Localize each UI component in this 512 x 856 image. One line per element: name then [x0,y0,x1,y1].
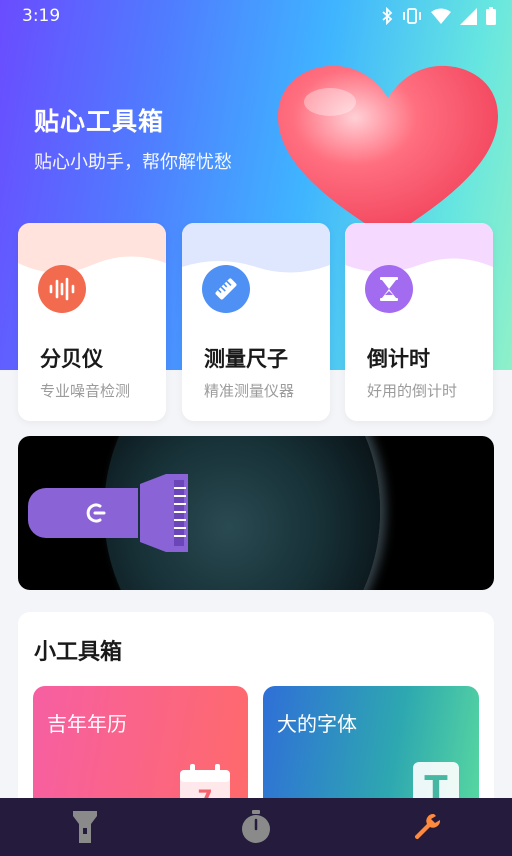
nav-flashlight[interactable] [55,798,115,856]
wrench-icon [414,813,440,840]
wifi-icon [431,8,451,24]
tool-subtitle: 好用的倒计时 [367,382,458,400]
tool-title: 分贝仪 [40,347,103,371]
status-time: 3:19 [22,6,61,26]
heart-icon [277,65,498,238]
nav-timer[interactable] [226,798,286,856]
tool-subtitle: 专业噪音检测 [40,382,131,400]
nav-tools[interactable] [397,798,457,856]
tool-title: 倒计时 [367,347,430,371]
stopwatch-icon [241,810,270,843]
tool-card-decibel[interactable]: 分贝仪 专业噪音检测 [18,223,166,421]
calendar-card-title: 吉年年历 [47,712,127,736]
tool-subtitle: 精准测量仪器 [204,382,295,400]
sound-wave-icon [38,265,86,313]
hourglass-icon [365,265,413,313]
hero-subtitle: 贴心小助手，帮你解忧愁 [34,152,232,173]
status-bar: 3:19 [0,0,512,34]
bluetooth-icon [381,7,393,25]
signal-icon [460,7,477,25]
flashlight-power-icon[interactable] [28,470,208,556]
flashlight-icon [73,811,98,843]
tool-card-countdown[interactable]: 倒计时 好用的倒计时 [345,223,493,421]
section-title: 小工具箱 [34,640,123,665]
hero-title: 贴心工具箱 [34,107,165,136]
battery-icon [486,7,496,25]
vibrate-icon [402,7,422,25]
big-font-card-title: 大的字体 [277,712,357,736]
tool-card-ruler[interactable]: 测量尺子 精准测量仪器 [182,223,330,421]
bottom-nav [0,798,512,856]
ruler-icon [202,265,250,313]
flashlight-banner[interactable] [18,436,494,590]
tool-title: 测量尺子 [204,347,288,371]
